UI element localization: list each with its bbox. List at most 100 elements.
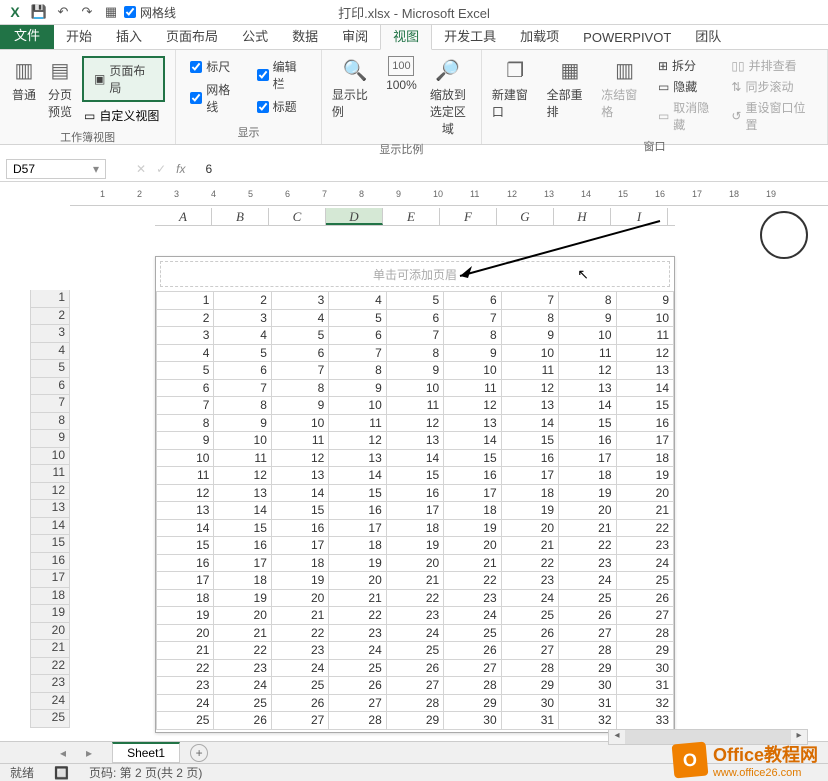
cell[interactable]: 13 (271, 467, 328, 485)
cell[interactable]: 32 (559, 712, 616, 730)
cell[interactable]: 19 (329, 554, 386, 572)
row-header[interactable]: 9 (30, 430, 70, 448)
cell[interactable]: 12 (559, 362, 616, 380)
cell[interactable]: 26 (501, 624, 558, 642)
cell[interactable]: 27 (271, 712, 328, 730)
tab-page-layout[interactable]: 页面布局 (154, 22, 230, 49)
tab-view[interactable]: 视图 (380, 21, 432, 50)
cell[interactable]: 22 (444, 572, 501, 590)
cell[interactable]: 5 (329, 309, 386, 327)
cell[interactable]: 20 (616, 484, 674, 502)
cell[interactable]: 23 (501, 572, 558, 590)
cell[interactable]: 31 (616, 677, 674, 695)
cell[interactable]: 26 (271, 694, 328, 712)
cell[interactable]: 19 (386, 537, 443, 555)
row-header[interactable]: 23 (30, 675, 70, 693)
row-header[interactable]: 20 (30, 623, 70, 641)
cell[interactable]: 26 (559, 607, 616, 625)
row-header[interactable]: 5 (30, 360, 70, 378)
zoom-100-button[interactable]: 100100% (382, 54, 421, 139)
cell[interactable]: 14 (386, 449, 443, 467)
formula-input[interactable]: 6 (205, 162, 212, 176)
cell[interactable]: 13 (386, 432, 443, 450)
col-header-A[interactable]: A (155, 208, 212, 225)
cell[interactable]: 5 (214, 344, 271, 362)
cell[interactable]: 13 (214, 484, 271, 502)
cell[interactable]: 24 (329, 642, 386, 660)
cell[interactable]: 8 (329, 362, 386, 380)
formula-bar-checkbox[interactable]: 编辑栏 (257, 58, 307, 92)
cell[interactable]: 15 (271, 502, 328, 520)
cell[interactable]: 10 (444, 362, 501, 380)
cell[interactable]: 12 (214, 467, 271, 485)
cell[interactable]: 26 (444, 642, 501, 660)
cell[interactable]: 15 (329, 484, 386, 502)
cell[interactable]: 8 (501, 309, 558, 327)
cell[interactable]: 24 (386, 624, 443, 642)
cell[interactable]: 33 (616, 712, 674, 730)
cell[interactable]: 27 (444, 659, 501, 677)
cell[interactable]: 14 (559, 397, 616, 415)
cell[interactable]: 25 (214, 694, 271, 712)
cell[interactable]: 14 (271, 484, 328, 502)
cell[interactable]: 9 (271, 397, 328, 415)
cell[interactable]: 5 (386, 292, 443, 310)
cell[interactable]: 6 (329, 327, 386, 345)
cell[interactable]: 13 (616, 362, 674, 380)
page-layout-view-button[interactable]: ▣页面布局 (82, 56, 165, 102)
row-header[interactable]: 2 (30, 308, 70, 326)
cell[interactable]: 21 (214, 624, 271, 642)
cell[interactable]: 11 (386, 397, 443, 415)
cancel-icon[interactable]: ✕ (136, 162, 146, 176)
cell[interactable]: 28 (501, 659, 558, 677)
cell[interactable]: 21 (616, 502, 674, 520)
row-header[interactable]: 6 (30, 378, 70, 396)
cell[interactable]: 20 (214, 607, 271, 625)
cell[interactable]: 25 (616, 572, 674, 590)
tab-home[interactable]: 开始 (54, 22, 104, 49)
tab-review[interactable]: 审阅 (330, 22, 380, 49)
cell[interactable]: 1 (157, 292, 214, 310)
cell[interactable]: 30 (444, 712, 501, 730)
cell[interactable]: 9 (559, 309, 616, 327)
normal-view-button[interactable]: ▥普通 (6, 54, 42, 127)
cell[interactable]: 24 (559, 572, 616, 590)
cell[interactable]: 9 (386, 362, 443, 380)
cell[interactable]: 13 (501, 397, 558, 415)
cell[interactable]: 27 (501, 642, 558, 660)
cell[interactable]: 12 (386, 414, 443, 432)
cell[interactable]: 16 (386, 484, 443, 502)
cell[interactable]: 17 (329, 519, 386, 537)
cell[interactable]: 25 (329, 659, 386, 677)
cell[interactable]: 24 (214, 677, 271, 695)
cell[interactable]: 16 (214, 537, 271, 555)
col-header-D[interactable]: D (326, 208, 383, 225)
cell[interactable]: 8 (214, 397, 271, 415)
row-header[interactable]: 12 (30, 483, 70, 501)
cell[interactable]: 23 (271, 642, 328, 660)
scroll-left-icon[interactable]: ◂ (609, 730, 625, 744)
cell[interactable]: 20 (501, 519, 558, 537)
cell[interactable]: 8 (271, 379, 328, 397)
cell[interactable]: 29 (559, 659, 616, 677)
cell[interactable]: 25 (271, 677, 328, 695)
cell[interactable]: 8 (157, 414, 214, 432)
cell[interactable]: 3 (271, 292, 328, 310)
row-header[interactable]: 22 (30, 658, 70, 676)
cell[interactable]: 17 (501, 467, 558, 485)
cell[interactable]: 27 (616, 607, 674, 625)
excel-logo-icon[interactable]: X (4, 1, 26, 23)
row-header[interactable]: 24 (30, 693, 70, 711)
cell[interactable]: 15 (444, 449, 501, 467)
cell[interactable]: 18 (214, 572, 271, 590)
tab-powerpivot[interactable]: POWERPIVOT (571, 26, 683, 49)
tab-team[interactable]: 团队 (683, 22, 733, 49)
cell[interactable]: 24 (271, 659, 328, 677)
cell[interactable]: 28 (559, 642, 616, 660)
page-header-placeholder[interactable]: 单击可添加页眉 ↖ (160, 261, 670, 287)
cell[interactable]: 17 (386, 502, 443, 520)
cell[interactable]: 9 (501, 327, 558, 345)
cell[interactable]: 20 (559, 502, 616, 520)
cell[interactable]: 16 (616, 414, 674, 432)
cell[interactable]: 30 (616, 659, 674, 677)
